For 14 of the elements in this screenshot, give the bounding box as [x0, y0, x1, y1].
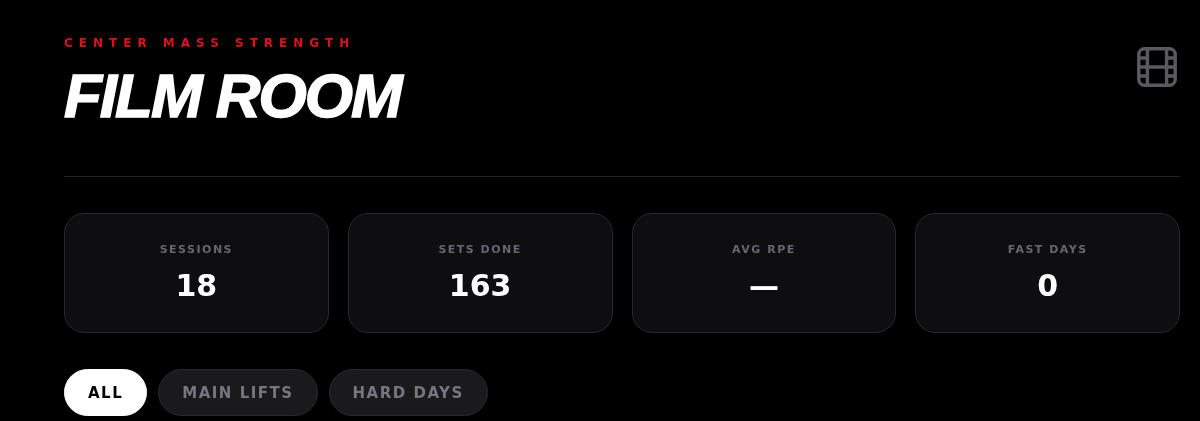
- filter-chip[interactable]: ALL: [64, 369, 148, 416]
- filter-chip[interactable]: MAIN LIFTS: [158, 369, 318, 416]
- stat-value: —: [748, 268, 779, 303]
- stat-label: SESSIONS: [159, 243, 234, 256]
- stat-label: SETS DONE: [438, 243, 522, 256]
- filter-chip[interactable]: HARD DAYS: [328, 369, 488, 416]
- film-icon[interactable]: [1134, 44, 1180, 90]
- stat-value: 163: [448, 268, 512, 303]
- stat-value: 0: [1037, 268, 1059, 303]
- page-title: FILM ROOM: [64, 64, 401, 128]
- stat-value: 18: [175, 268, 218, 303]
- brand-name: CENTER MASS STRENGTH: [64, 35, 357, 52]
- stat-label: AVG RPE: [732, 243, 796, 256]
- stat-label: FAST DAYS: [1007, 243, 1088, 256]
